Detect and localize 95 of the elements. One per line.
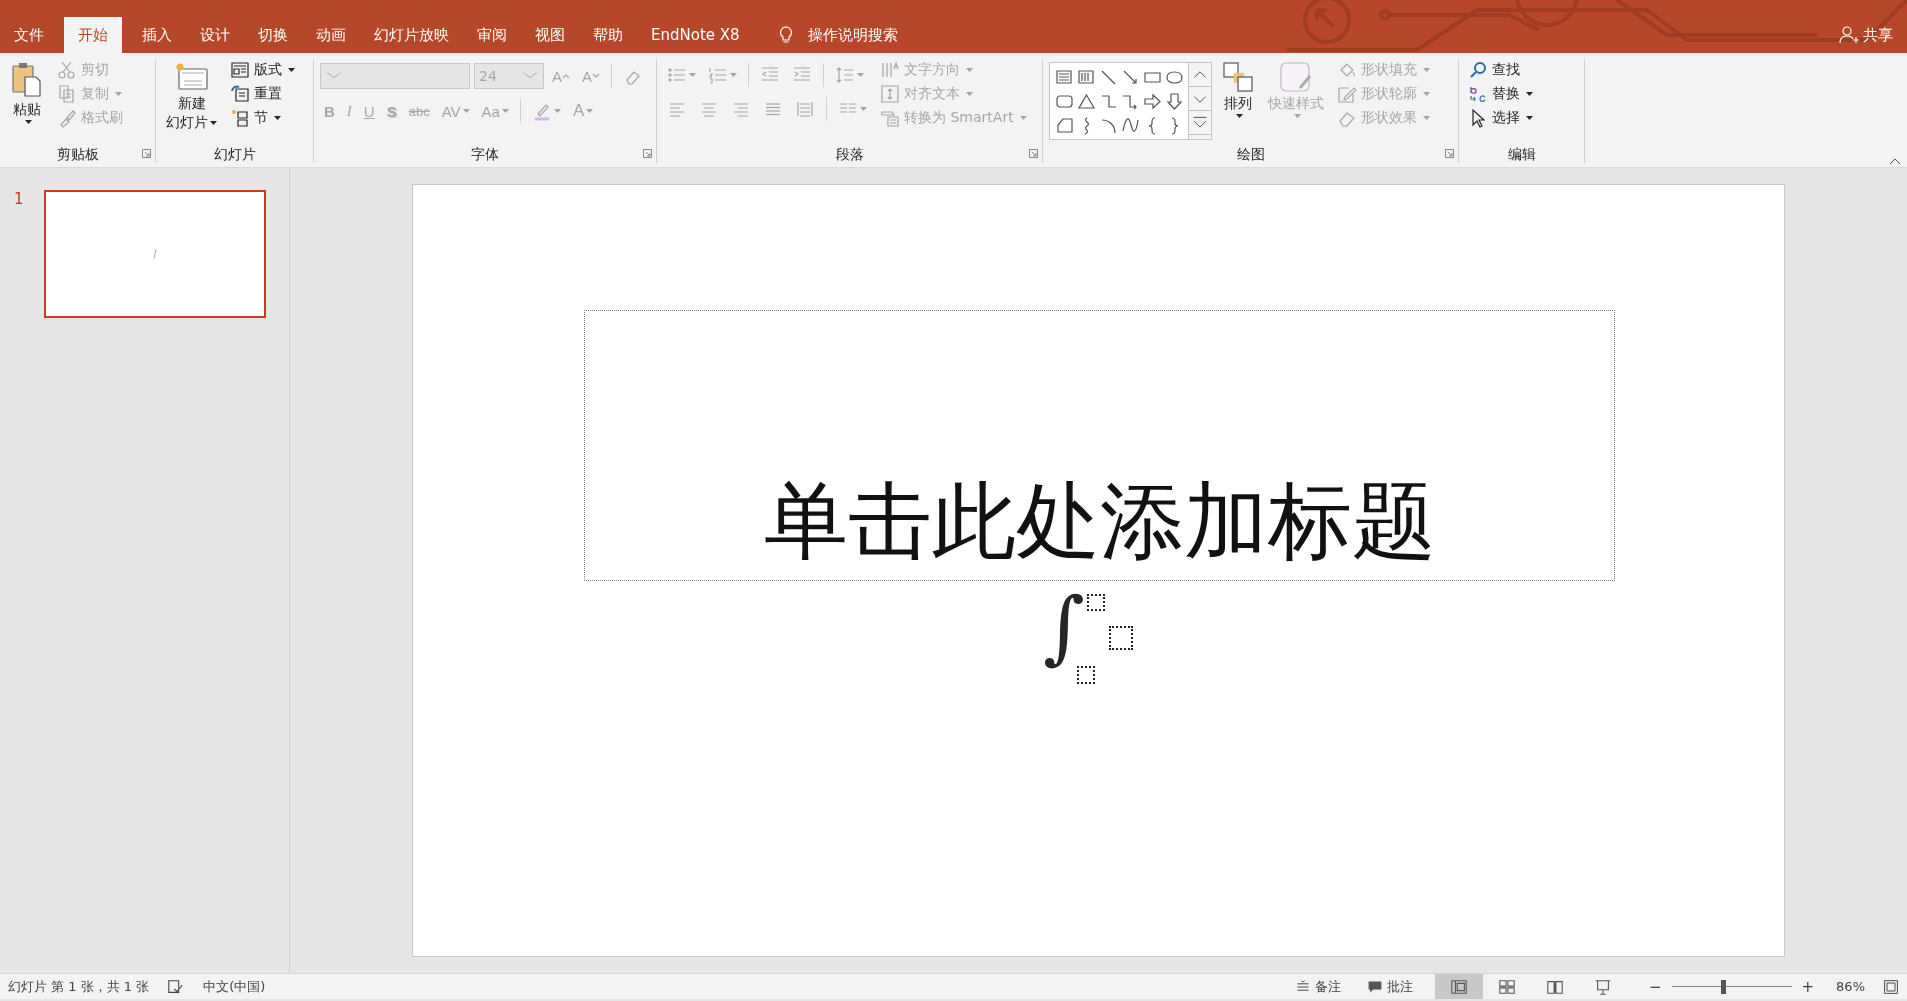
zoom-percent[interactable]: 86%	[1836, 979, 1865, 994]
quick-styles-icon	[1279, 61, 1313, 93]
layout-button[interactable]: 版式	[227, 59, 298, 80]
grid-icon	[1497, 977, 1516, 996]
section-button[interactable]: 节	[227, 107, 298, 128]
ribbon-tab[interactable]: 动画	[302, 17, 360, 53]
caret-up-icon	[562, 73, 570, 79]
group-label: 剪贴板	[56, 146, 99, 162]
paste-button[interactable]: 粘贴	[6, 59, 48, 126]
arrange-button[interactable]: 排列	[1218, 59, 1258, 120]
new-slide-button[interactable]: 新建 幻灯片	[162, 59, 221, 133]
dialog-launcher-icon[interactable]	[1029, 149, 1038, 158]
caret-icon	[1526, 91, 1533, 96]
ribbon-tab[interactable]: 视图	[521, 17, 579, 53]
ribbon-tab[interactable]: 审阅	[463, 17, 521, 53]
section-icon	[230, 107, 250, 128]
caret-icon	[1293, 114, 1301, 118]
normal-view-icon	[1449, 977, 1468, 996]
equation-placeholder[interactable]	[1087, 594, 1105, 611]
normal-view-button[interactable]	[1434, 974, 1483, 999]
caret-icon	[462, 109, 470, 113]
group-label: 幻灯片	[213, 146, 256, 162]
layout-icon	[230, 59, 250, 80]
zoom-out-button[interactable]: −	[1644, 977, 1666, 996]
caret-icon	[1423, 115, 1430, 120]
group-label: 段落	[835, 146, 864, 162]
caret-icon	[288, 67, 295, 72]
text-direction-icon	[880, 59, 900, 80]
title-placeholder[interactable]: 单击此处添加标题	[584, 310, 1615, 581]
integral-symbol: ∫	[1043, 587, 1085, 667]
notes-button[interactable]: 备注	[1290, 977, 1345, 996]
caret-icon	[274, 115, 281, 120]
shapes-gallery[interactable]	[1049, 62, 1212, 140]
comments-button[interactable]: 批注	[1362, 977, 1417, 996]
caret-icon	[1423, 67, 1430, 72]
scissors-icon	[57, 59, 77, 80]
caret-icon	[501, 109, 509, 113]
numbered-list-icon	[708, 65, 728, 85]
reset-icon	[230, 83, 250, 104]
spell-check-icon	[167, 977, 186, 996]
ribbon-tab[interactable]: 文件	[0, 17, 58, 53]
clipboard-icon	[10, 61, 44, 99]
caret-icon	[689, 73, 696, 77]
person-add-icon	[1839, 25, 1859, 45]
ribbon-tab[interactable]: 帮助	[579, 17, 637, 53]
ribbon-tab[interactable]: EndNote X8	[637, 17, 754, 53]
ribbon-tab[interactable]: 幻灯片放映	[360, 17, 463, 53]
replace-button[interactable]: 替换	[1465, 83, 1536, 104]
align-text-icon	[880, 83, 900, 104]
share-button[interactable]: 共享	[1839, 25, 1893, 45]
slide-count-text: 幻灯片 第 1 张，共 1 张	[8, 977, 150, 996]
group-label: 绘图	[1236, 146, 1265, 162]
zoom-slider-thumb[interactable]	[1721, 979, 1727, 994]
dialog-launcher-icon[interactable]	[643, 149, 652, 158]
language-text[interactable]: 中文(中国)	[203, 977, 266, 996]
caret-icon	[857, 73, 864, 77]
caret-icon	[1423, 91, 1430, 96]
caret-icon	[586, 109, 594, 113]
caret-icon	[24, 120, 32, 124]
dialog-launcher-icon[interactable]	[1445, 149, 1454, 158]
slide-thumbnail[interactable]	[44, 190, 266, 318]
reset-button[interactable]: 重置	[227, 83, 298, 104]
caret-icon	[966, 67, 973, 72]
slide-number: 1	[14, 190, 25, 208]
caret-icon	[115, 91, 122, 96]
find-button[interactable]: 查找	[1465, 59, 1536, 80]
ribbon-tab[interactable]: 开始	[64, 17, 122, 53]
tell-me-search-field[interactable]: 操作说明搜索	[807, 25, 898, 45]
caret-icon	[730, 73, 737, 77]
caret-icon	[210, 120, 217, 125]
ribbon-tab[interactable]: 切换	[244, 17, 302, 53]
caret-icon	[1235, 114, 1243, 118]
dialog-launcher-icon[interactable]	[142, 149, 151, 158]
search-icon	[1468, 59, 1488, 80]
copy-icon	[57, 83, 77, 104]
ribbon-tab[interactable]: 插入	[128, 17, 186, 53]
select-button[interactable]: 选择	[1465, 107, 1536, 128]
ribbon-tab[interactable]: 设计	[186, 17, 244, 53]
group-label: 字体	[471, 146, 499, 162]
distributed-icon	[795, 99, 815, 119]
caret-icon	[1019, 115, 1027, 120]
caret-icon	[966, 91, 973, 96]
zoom-in-button[interactable]: +	[1797, 977, 1819, 996]
caret-icon	[860, 107, 867, 111]
collapse-ribbon-icon[interactable]	[1889, 157, 1901, 165]
caret-icon	[553, 109, 561, 113]
group-label: 编辑	[1507, 146, 1536, 162]
comment-icon	[1366, 978, 1383, 995]
caret-icon	[1526, 115, 1533, 120]
arrange-icon	[1222, 61, 1254, 93]
caret-down-icon	[592, 73, 601, 79]
projector-icon	[1593, 977, 1612, 996]
equation-placeholder[interactable]	[1109, 626, 1133, 650]
line-spacing-icon	[835, 65, 855, 85]
fit-to-window-icon	[1883, 978, 1899, 995]
